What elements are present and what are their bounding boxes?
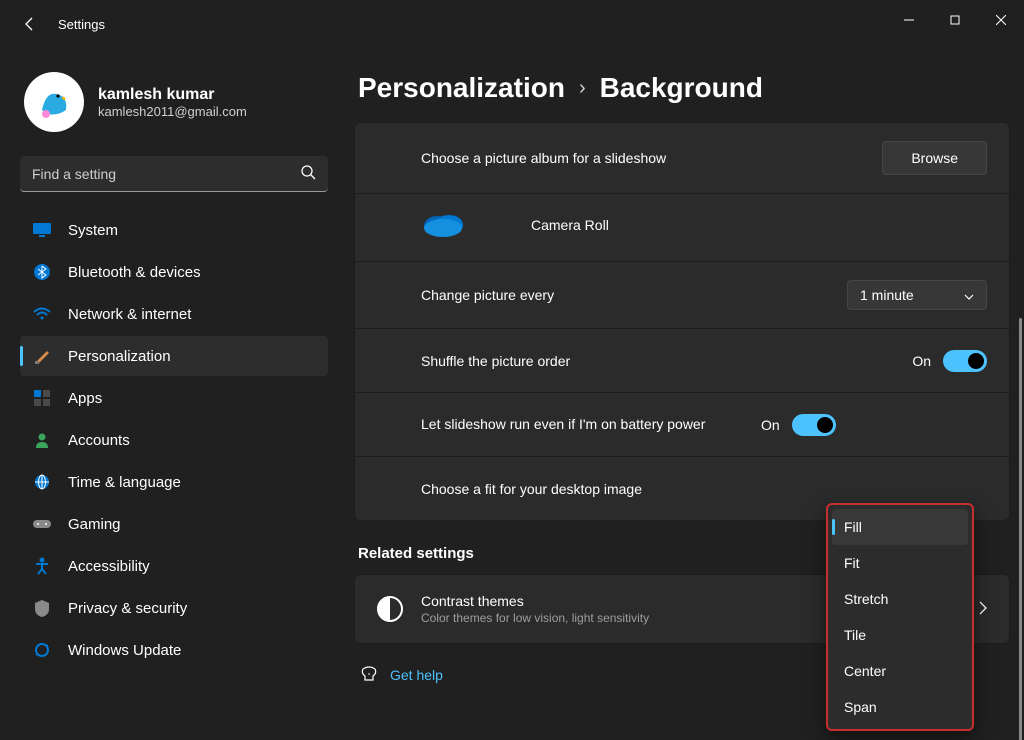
- minimize-button[interactable]: [886, 0, 932, 40]
- row-interval: Change picture every 1 minute: [355, 261, 1009, 328]
- nav-label: Windows Update: [68, 642, 181, 659]
- dropdown-option-fill[interactable]: Fill: [832, 509, 968, 545]
- nav-windows-update[interactable]: Windows Update: [20, 630, 328, 670]
- contrast-subtitle: Color themes for low vision, light sensi…: [421, 611, 649, 625]
- profile-email: kamlesh2011@gmail.com: [98, 104, 247, 119]
- monitor-icon: [32, 223, 52, 237]
- settings-panel: Choose a picture album for a slideshow B…: [354, 122, 1010, 521]
- select-value: 1 minute: [860, 287, 914, 303]
- toggle-state: On: [912, 353, 931, 369]
- nav-label: Bluetooth & devices: [68, 264, 201, 281]
- person-icon: [32, 432, 52, 448]
- nav-label: Time & language: [68, 474, 181, 491]
- profile-name: kamlesh kumar: [98, 86, 247, 104]
- nav-label: Personalization: [68, 348, 171, 365]
- contrast-icon: [377, 596, 403, 622]
- accessibility-icon: [32, 557, 52, 575]
- shuffle-toggle[interactable]: [943, 350, 987, 372]
- nav-network[interactable]: Network & internet: [20, 294, 328, 334]
- maximize-button[interactable]: [932, 0, 978, 40]
- chevron-right-icon: ›: [579, 77, 586, 100]
- nav-privacy[interactable]: Privacy & security: [20, 588, 328, 628]
- row-album: Choose a picture album for a slideshow B…: [355, 123, 1009, 193]
- row-battery: Let slideshow run even if I'm on battery…: [355, 392, 1009, 456]
- app-title: Settings: [58, 17, 105, 32]
- dropdown-option-fit[interactable]: Fit: [828, 545, 972, 581]
- battery-toggle[interactable]: [792, 414, 836, 436]
- row-label: Let slideshow run even if I'm on battery…: [421, 415, 761, 435]
- nav-label: Privacy & security: [68, 600, 187, 617]
- dropdown-option-center[interactable]: Center: [828, 653, 972, 689]
- search-icon: [300, 164, 316, 183]
- back-button[interactable]: [20, 16, 40, 32]
- row-label: Shuffle the picture order: [421, 353, 912, 369]
- toggle-state: On: [761, 417, 780, 433]
- dropdown-option-stretch[interactable]: Stretch: [828, 581, 972, 617]
- breadcrumb: Personalization › Background: [354, 72, 1010, 104]
- nav-label: System: [68, 222, 118, 239]
- nav-bluetooth[interactable]: Bluetooth & devices: [20, 252, 328, 292]
- sync-icon: [32, 642, 52, 658]
- help-label[interactable]: Get help: [390, 667, 443, 683]
- search-box[interactable]: [20, 156, 328, 192]
- nav-system[interactable]: System: [20, 210, 328, 250]
- row-album-name: Camera Roll: [355, 193, 1009, 261]
- chevron-down-icon: [964, 287, 974, 303]
- browse-button[interactable]: Browse: [882, 141, 987, 175]
- nav-label: Gaming: [68, 516, 121, 533]
- album-name: Camera Roll: [531, 217, 609, 233]
- nav-time-language[interactable]: Time & language: [20, 462, 328, 502]
- nav-list: System Bluetooth & devices Network & int…: [20, 210, 328, 670]
- wifi-icon: [32, 307, 52, 321]
- nav-label: Accessibility: [68, 558, 150, 575]
- nav-apps[interactable]: Apps: [20, 378, 328, 418]
- scrollbar[interactable]: [1019, 318, 1022, 740]
- gamepad-icon: [32, 518, 52, 530]
- nav-personalization[interactable]: Personalization: [20, 336, 328, 376]
- nav-accessibility[interactable]: Accessibility: [20, 546, 328, 586]
- brush-icon: [32, 347, 52, 365]
- nav-label: Apps: [68, 390, 102, 407]
- row-shuffle: Shuffle the picture order On: [355, 328, 1009, 392]
- onedrive-icon: [421, 208, 465, 241]
- bluetooth-icon: [32, 263, 52, 281]
- nav-label: Network & internet: [68, 306, 191, 323]
- interval-select[interactable]: 1 minute: [847, 280, 987, 310]
- row-label: Choose a picture album for a slideshow: [421, 150, 882, 166]
- shield-icon: [32, 600, 52, 617]
- nav-gaming[interactable]: Gaming: [20, 504, 328, 544]
- chevron-right-icon: [979, 601, 987, 618]
- contrast-title: Contrast themes: [421, 593, 649, 609]
- breadcrumb-current: Background: [600, 72, 763, 104]
- nav-label: Accounts: [68, 432, 130, 449]
- close-button[interactable]: [978, 0, 1024, 40]
- nav-accounts[interactable]: Accounts: [20, 420, 328, 460]
- profile-block[interactable]: kamlesh kumar kamlesh2011@gmail.com: [20, 64, 328, 152]
- search-input[interactable]: [32, 166, 300, 182]
- row-label: Choose a fit for your desktop image: [421, 481, 987, 497]
- help-icon: [360, 666, 378, 684]
- row-label: Change picture every: [421, 287, 847, 303]
- dropdown-option-tile[interactable]: Tile: [828, 617, 972, 653]
- fit-dropdown[interactable]: Fill Fit Stretch Tile Center Span: [826, 503, 974, 731]
- dropdown-option-span[interactable]: Span: [828, 689, 972, 725]
- globe-icon: [32, 474, 52, 490]
- apps-icon: [32, 390, 52, 406]
- avatar: [24, 72, 84, 132]
- breadcrumb-parent[interactable]: Personalization: [358, 72, 565, 104]
